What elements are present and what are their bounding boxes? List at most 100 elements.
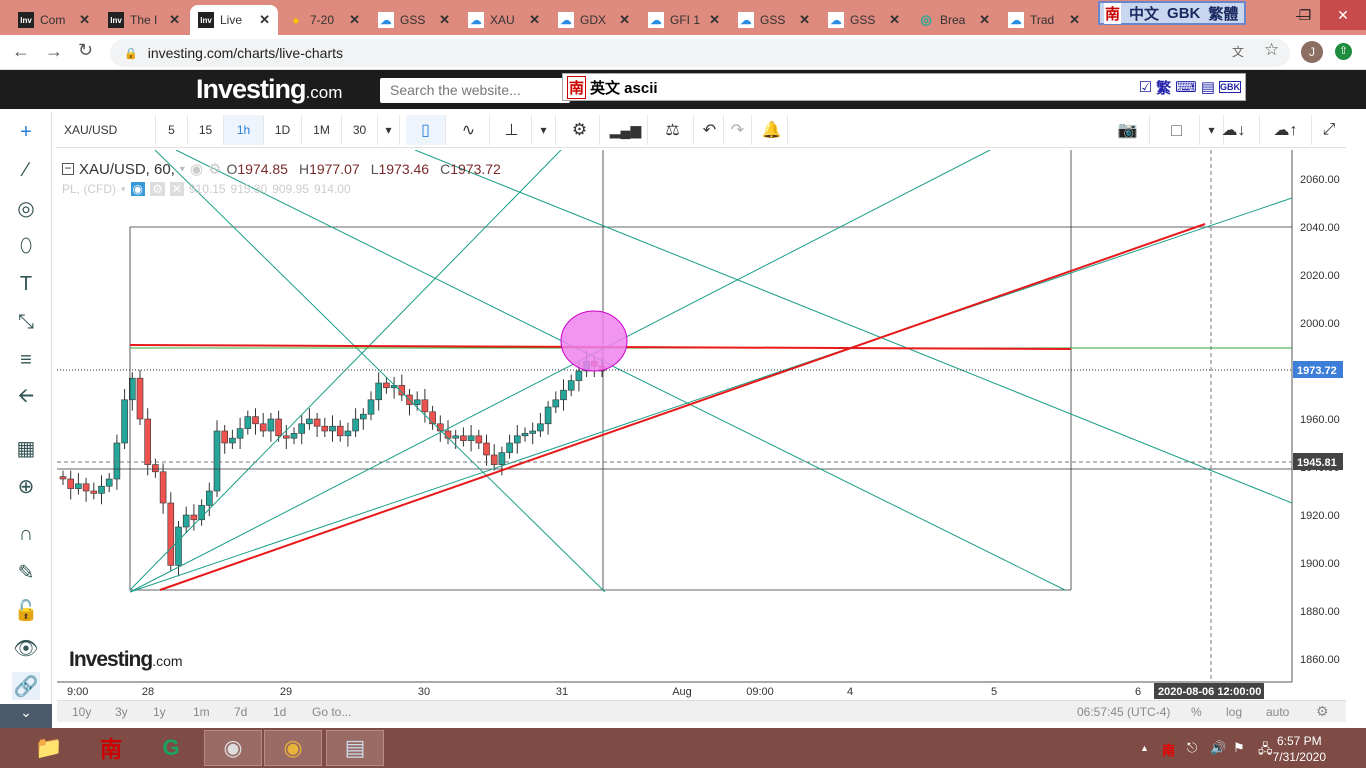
- log-toggle[interactable]: log: [1226, 705, 1242, 719]
- checkbox-icon[interactable]: ☑: [1139, 78, 1152, 96]
- volume-icon[interactable]: 🔊: [1210, 740, 1226, 756]
- back-icon[interactable]: ←: [12, 41, 30, 62]
- browser-tab[interactable]: ☁ GSS ✕: [730, 5, 818, 35]
- indicators-icon[interactable]: ⊥: [492, 115, 532, 145]
- ime-encoding[interactable]: GBK: [1167, 5, 1200, 22]
- reload-icon[interactable]: ↻: [78, 40, 93, 61]
- chrome-icon[interactable]: ◉: [204, 730, 262, 766]
- price-chart[interactable]: 2060.002040.002020.002000.001980.001960.…: [57, 150, 1346, 700]
- url-field[interactable]: 🔒 investing.com/charts/live-charts: [110, 39, 1290, 67]
- browser-tab[interactable]: ☁ GDX ✕: [550, 5, 638, 35]
- ime-script[interactable]: 繁體: [1208, 3, 1238, 24]
- shapes-icon[interactable]: ⬯: [12, 232, 40, 260]
- tab-close-icon[interactable]: ✕: [79, 12, 90, 28]
- redo-icon[interactable]: ↷: [724, 115, 752, 145]
- file-explorer-icon[interactable]: 📁: [20, 730, 78, 766]
- fib-retracement-icon[interactable]: ≡: [12, 346, 40, 374]
- range-3y[interactable]: 3y: [115, 705, 128, 719]
- translate-icon[interactable]: 文: [1232, 43, 1244, 60]
- tray-ime-icon[interactable]: 南: [1162, 740, 1175, 759]
- grammarly-icon[interactable]: G: [142, 730, 200, 766]
- lock-icon[interactable]: 🔓: [12, 596, 40, 624]
- back-arrow-icon[interactable]: 🡨: [12, 384, 40, 412]
- system-clock[interactable]: 6:57 PM 7/31/2020: [1273, 733, 1326, 765]
- compare-icon[interactable]: ⚖: [652, 115, 694, 145]
- ime-input-bar[interactable]: 南 英文 ascii ☑ 繁 ⌨ ▤ GBK: [562, 73, 1246, 101]
- range-1d[interactable]: 1d: [273, 705, 286, 719]
- symbol-input[interactable]: XAU/USD: [58, 115, 156, 145]
- settings-icon[interactable]: ⚙: [150, 182, 165, 196]
- browser-tab[interactable]: ◆ 7-20 ✕: [280, 5, 368, 35]
- eye-icon[interactable]: ◉: [130, 182, 146, 196]
- ime-language-bar[interactable]: 南 中文 GBK 繁體: [1098, 1, 1246, 25]
- close-window-button[interactable]: ✕: [1320, 0, 1366, 30]
- link-icon[interactable]: 🔗: [12, 672, 40, 700]
- ime-lang[interactable]: 中文: [1129, 3, 1159, 24]
- tab-close-icon[interactable]: ✕: [799, 12, 810, 28]
- interval-30[interactable]: 30: [342, 115, 378, 145]
- site-search-input[interactable]: Search the website...: [380, 78, 570, 103]
- star-icon[interactable]: ☆: [1264, 40, 1279, 60]
- range-1m[interactable]: 1m: [193, 705, 210, 719]
- forward-icon[interactable]: →: [45, 41, 63, 62]
- magnet-icon[interactable]: ∩: [12, 520, 40, 548]
- remove-icon[interactable]: ✕: [169, 182, 184, 196]
- trendline-icon[interactable]: ∕: [12, 156, 40, 184]
- update-icon[interactable]: ⇧: [1335, 43, 1352, 60]
- chrome-active-icon[interactable]: ◉: [264, 730, 322, 766]
- eye-icon[interactable]: 👁: [12, 634, 40, 662]
- keyboard-icon[interactable]: ⌨: [1175, 78, 1197, 96]
- app-window-icon[interactable]: ▤: [326, 730, 384, 766]
- interval-dropdown-icon[interactable]: ▾: [378, 115, 400, 145]
- fullscreen-icon[interactable]: ⤢: [1314, 115, 1344, 145]
- site-logo[interactable]: Investing.com: [196, 74, 342, 105]
- interval-1h[interactable]: 1h: [224, 115, 264, 145]
- zoom-icon[interactable]: ⊕: [12, 472, 40, 500]
- studies-icon[interactable]: ▂▄▆: [604, 115, 648, 145]
- camera-icon[interactable]: 📷: [1106, 115, 1150, 145]
- tab-close-icon[interactable]: ✕: [529, 12, 540, 28]
- browser-tab[interactable]: ☁ GSS ✕: [370, 5, 458, 35]
- browser-tab[interactable]: Inv The I ✕: [100, 5, 188, 35]
- tab-close-icon[interactable]: ✕: [1069, 12, 1080, 28]
- tab-close-icon[interactable]: ✕: [349, 12, 360, 28]
- range-1y[interactable]: 1y: [153, 705, 166, 719]
- undo-icon[interactable]: ↶: [696, 115, 724, 145]
- crosshair-icon[interactable]: +: [12, 118, 40, 146]
- alert-icon[interactable]: 🔔: [756, 115, 788, 145]
- interval-5[interactable]: 5: [156, 115, 188, 145]
- tab-close-icon[interactable]: ✕: [709, 12, 720, 28]
- tab-close-icon[interactable]: ✕: [439, 12, 450, 28]
- tab-close-icon[interactable]: ✕: [979, 12, 990, 28]
- range-10y[interactable]: 10y: [72, 705, 91, 719]
- text-icon[interactable]: T: [12, 270, 40, 298]
- candles-icon[interactable]: ▯: [406, 115, 446, 145]
- fib-circle-icon[interactable]: ◎: [12, 194, 40, 222]
- pattern-icon[interactable]: ⤡: [12, 308, 40, 336]
- restore-button[interactable]: ❐: [1290, 0, 1320, 30]
- collapse-toolbar-icon[interactable]: ⌄: [0, 704, 52, 728]
- save-cloud-icon[interactable]: ☁↑: [1260, 115, 1312, 145]
- legend-dropdown-icon[interactable]: ▾: [180, 164, 185, 175]
- goto-button[interactable]: Go to...: [312, 705, 351, 719]
- percent-toggle[interactable]: %: [1191, 705, 1202, 719]
- color-box-icon[interactable]: □: [1154, 115, 1200, 145]
- browser-tab[interactable]: ☁ GSS ✕: [820, 5, 908, 35]
- pencil-lock-icon[interactable]: ✎: [12, 558, 40, 586]
- interval-1m[interactable]: 1M: [302, 115, 342, 145]
- eye-icon[interactable]: ◉: [190, 160, 203, 178]
- ime-traditional[interactable]: 繁: [1156, 77, 1171, 98]
- collapse-legend-icon[interactable]: −: [62, 162, 74, 175]
- tab-close-icon[interactable]: ✕: [619, 12, 630, 28]
- browser-tab[interactable]: Inv Live ✕: [190, 5, 278, 35]
- auto-toggle[interactable]: auto: [1266, 705, 1289, 719]
- browser-tab[interactable]: Inv Com ✕: [10, 5, 98, 35]
- tab-close-icon[interactable]: ✕: [169, 12, 180, 28]
- tab-close-icon[interactable]: ✕: [259, 12, 270, 28]
- network-icon[interactable]: 🖧: [1258, 740, 1273, 762]
- ime-gbk[interactable]: GBK: [1219, 81, 1241, 93]
- nj-star-icon[interactable]: 南: [82, 730, 140, 766]
- tab-close-icon[interactable]: ✕: [889, 12, 900, 28]
- browser-tab[interactable]: ☁ GFI 1 ✕: [640, 5, 728, 35]
- measure-icon[interactable]: ▦: [12, 434, 40, 462]
